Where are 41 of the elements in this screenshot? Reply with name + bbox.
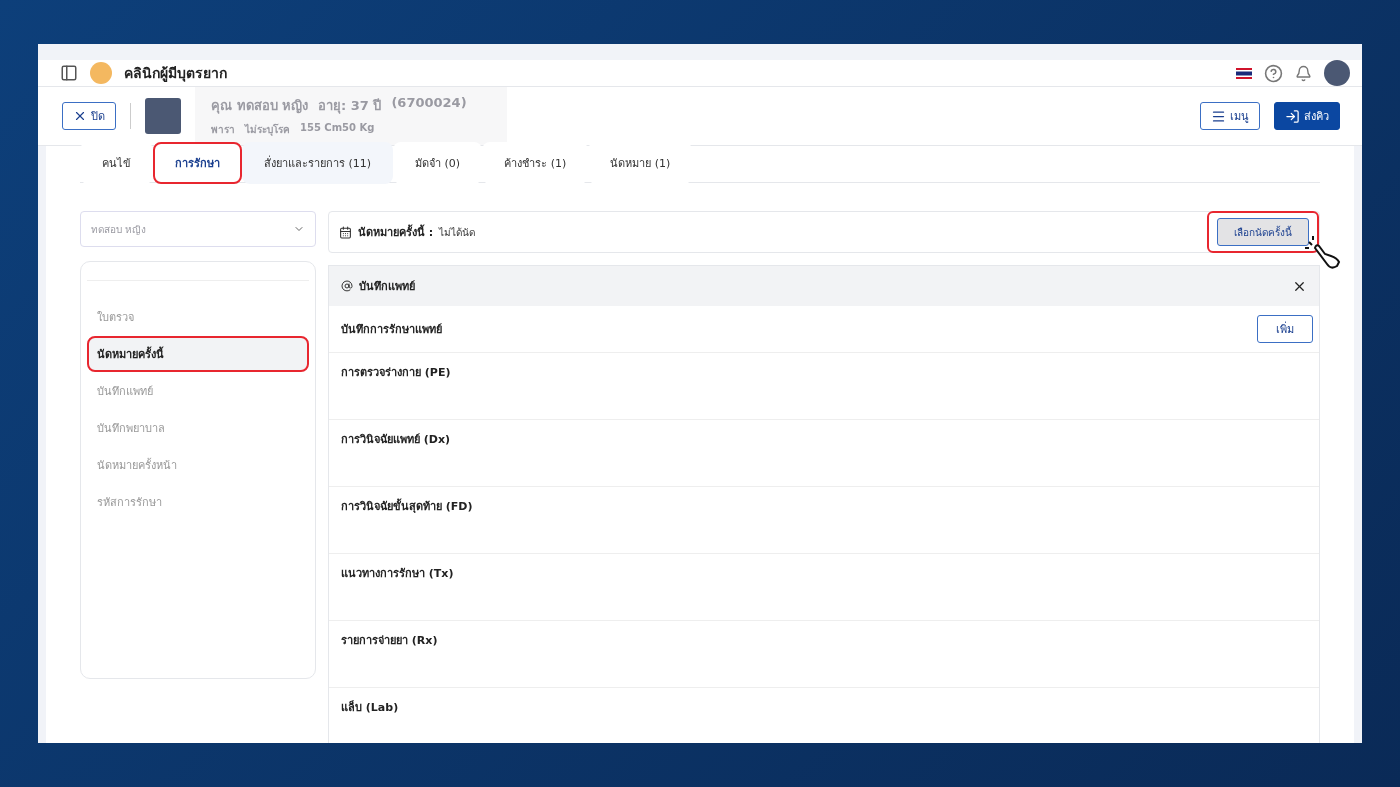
section-label: แล็บ (Lab) — [341, 701, 399, 714]
at-sign-icon — [341, 280, 353, 292]
help-icon[interactable] — [1264, 63, 1283, 83]
logo-icon — [90, 62, 112, 84]
tab[interactable]: มัดจำ (0) — [393, 142, 483, 184]
sidebar-toggle-icon[interactable] — [60, 64, 78, 82]
avatar-icon[interactable] — [1324, 60, 1350, 86]
appointment-value: ไม่ได้นัด — [439, 225, 476, 240]
section-label: การวินิจฉัยแพทย์ (Dx) — [341, 433, 451, 446]
menu-button[interactable]: เมนู — [1200, 102, 1260, 130]
patient-detail: พารา — [211, 123, 235, 137]
appointment-label: นัดหมายครั้งนี้ : — [358, 223, 434, 241]
flag-icon[interactable] — [1236, 67, 1252, 79]
bell-icon[interactable] — [1295, 64, 1312, 82]
send-queue-button[interactable]: ส่งคิว — [1274, 102, 1340, 130]
add-button[interactable]: เพิ่ม — [1257, 315, 1313, 343]
patient-name: คุณ ทดสอบ หญิง — [211, 97, 309, 116]
photo-placeholder — [145, 98, 181, 134]
section-label: การตรวจร่างกาย (PE) — [341, 366, 451, 379]
calendar-icon — [339, 225, 352, 239]
section-label: รายการจ่ายยา (Rx) — [341, 634, 438, 647]
patient-detail: ไม่ระบุโรค — [245, 122, 290, 137]
section-title: บันทึกการรักษาแพทย์ — [341, 322, 442, 338]
close-button[interactable]: ปิด — [62, 102, 116, 130]
sidebar-item[interactable]: นัดหมายครั้งนี้ — [87, 336, 309, 372]
tab[interactable]: ค้างชำระ (1) — [482, 142, 589, 184]
select-appointment-button[interactable]: เลือกนัดครั้งนี้ — [1217, 218, 1309, 246]
exit-arrow-icon — [1285, 108, 1300, 124]
tab[interactable]: คนไข้ — [80, 142, 153, 184]
panel-title: บันทึกแพทย์ — [359, 279, 415, 295]
close-icon — [73, 109, 87, 123]
app-title: คลินิกผู้มีบุตรยาก — [124, 64, 227, 84]
tab[interactable]: นัดหมาย (1) — [588, 142, 693, 184]
tab[interactable]: การรักษา — [153, 142, 242, 184]
section-label: การวินิจฉัยขั้นสุดท้าย (FD) — [341, 500, 473, 513]
section-label: แนวทางการรักษา (Tx) — [341, 567, 454, 580]
menu-icon — [1211, 108, 1226, 124]
patient-age: อายุ: 37 ปี — [318, 97, 382, 116]
patient-detail: 155 Cm50 Kg — [300, 122, 375, 135]
tab[interactable]: สั่งยาและรายการ (11) — [242, 142, 394, 184]
patient-id: (6700024) — [391, 95, 467, 112]
